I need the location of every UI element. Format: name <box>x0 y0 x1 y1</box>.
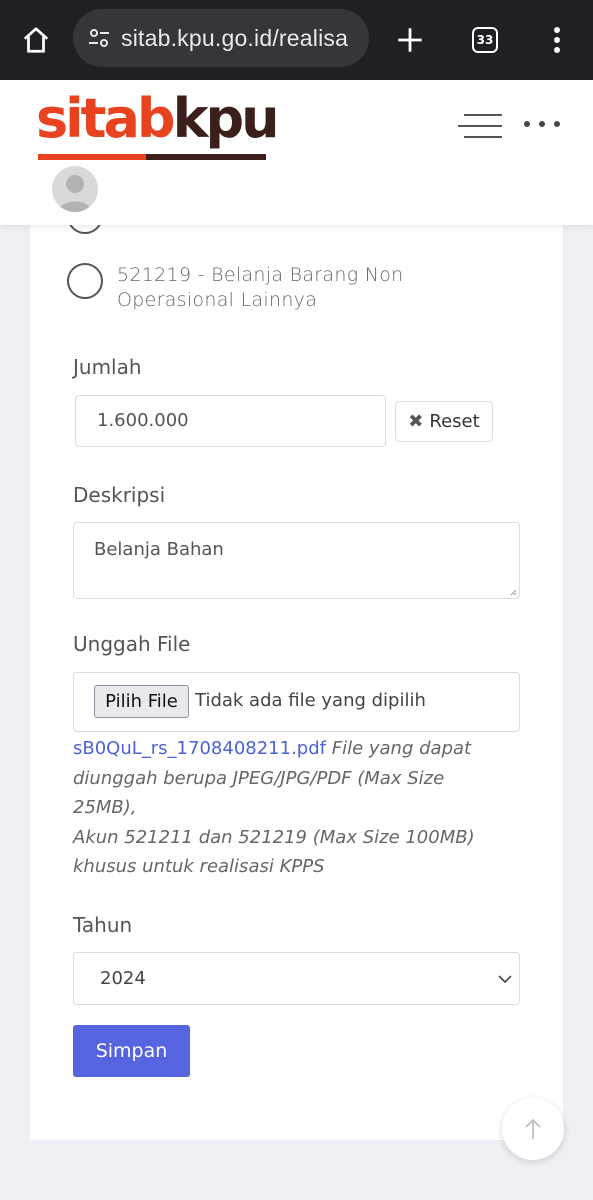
reset-label: Reset <box>429 411 480 432</box>
radio-button[interactable] <box>67 263 103 299</box>
tahun-label: Tahun <box>73 913 133 937</box>
logo-underline <box>38 154 266 160</box>
logo-sitab: sitab <box>36 87 176 150</box>
unggah-label: Unggah File <box>73 632 191 656</box>
hamburger-menu-icon[interactable] <box>458 112 502 140</box>
browser-menu-icon[interactable] <box>537 20 577 60</box>
jumlah-label: Jumlah <box>73 355 142 379</box>
tahun-value: 2024 <box>100 968 146 989</box>
user-avatar[interactable] <box>52 166 98 212</box>
existing-file-link[interactable]: sB0QuL_rs_1708408211.pdf <box>73 738 326 759</box>
home-icon[interactable] <box>16 20 56 60</box>
scroll-to-top-button[interactable] <box>502 1098 564 1160</box>
tab-count: 33 <box>472 27 498 53</box>
deskripsi-value: Belanja Bahan <box>94 539 224 560</box>
tab-switcher-button[interactable]: 33 <box>465 20 505 60</box>
chevron-down-icon <box>498 975 512 984</box>
account-option[interactable]: 521219 - Belanja Barang Non Operasional … <box>67 263 437 313</box>
more-options-icon[interactable] <box>524 114 560 134</box>
resize-handle-icon[interactable] <box>509 588 517 596</box>
close-icon: ✖ <box>408 411 424 432</box>
new-tab-icon[interactable] <box>390 20 430 60</box>
tahun-select[interactable]: 2024 <box>73 952 520 1005</box>
save-button[interactable]: Simpan <box>73 1025 190 1077</box>
url-text: sitab.kpu.go.id/realisa <box>121 24 349 51</box>
address-bar[interactable]: sitab.kpu.go.id/realisa <box>73 9 369 67</box>
deskripsi-textarea[interactable]: Belanja Bahan <box>73 522 520 599</box>
jumlah-value: 1.600.000 <box>97 410 189 431</box>
sitabkpu-logo[interactable]: sitabkpu <box>36 87 280 160</box>
help-line-2: Akun 521211 dan 521219 (Max Size 100MB) … <box>73 826 475 878</box>
site-settings-icon[interactable] <box>85 24 113 52</box>
deskripsi-label: Deskripsi <box>73 483 166 507</box>
reset-button[interactable]: ✖ Reset <box>395 401 493 442</box>
site-header: sitabkpu <box>0 80 593 225</box>
realisasi-form-card: 521219 - Belanja Barang Non Operasional … <box>30 198 563 1140</box>
logo-kpu: kpu <box>172 87 280 150</box>
arrow-up-icon <box>525 1118 541 1139</box>
browser-toolbar: sitab.kpu.go.id/realisa 33 <box>0 0 593 80</box>
jumlah-input[interactable]: 1.600.000 <box>75 395 386 447</box>
file-status-text: Tidak ada file yang dipilih <box>195 690 426 711</box>
account-option-label: 521219 - Belanja Barang Non Operasional … <box>117 264 404 311</box>
choose-file-button[interactable]: Pilih File <box>94 685 189 718</box>
upload-help-text: sB0QuL_rs_1708408211.pdf File yang dapat… <box>73 734 513 882</box>
